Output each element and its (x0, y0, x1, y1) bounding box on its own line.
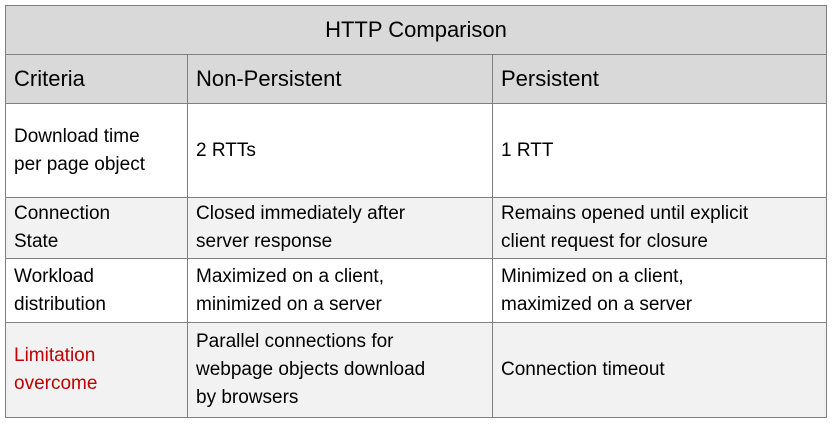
table-row: Workload distribution Maximized on a cli… (5, 258, 827, 323)
table-row: Connection State Closed immediately afte… (5, 197, 827, 259)
header-criteria: Criteria (5, 54, 188, 104)
non-persistent-cell: 2 RTTs (187, 103, 493, 198)
table-row: Limitation overcome Parallel connections… (5, 322, 827, 418)
non-persistent-cell: Closed immediately after server response (187, 197, 493, 259)
cell-text: Connection timeout (501, 359, 665, 380)
table-title-row: HTTP Comparison (5, 5, 827, 55)
cell-text: Remains opened until explicit client req… (501, 203, 749, 252)
table-header-row: Criteria Non-Persistent Persistent (5, 54, 827, 104)
row-criteria-cell-highlighted: Limitation overcome (5, 322, 188, 418)
cell-text: Maximized on a client, minimized on a se… (196, 265, 384, 315)
non-persistent-cell: Maximized on a client, minimized on a se… (187, 258, 493, 323)
persistent-cell: Remains opened until explicit client req… (492, 197, 827, 259)
cell-text: Parallel connections for webpage objects… (196, 331, 426, 408)
cell-text: Limitation overcome (14, 345, 98, 394)
cell-text: 2 RTTs (196, 139, 256, 161)
table-row: Download time per page object 2 RTTs 1 R… (5, 103, 827, 198)
row-criteria-cell: Workload distribution (5, 258, 188, 323)
cell-text: 1 RTT (501, 139, 554, 161)
persistent-cell: 1 RTT (492, 103, 827, 198)
http-comparison-table: HTTP Comparison Criteria Non-Persistent … (5, 5, 827, 418)
cell-text: Download time per page object (14, 125, 145, 175)
persistent-cell: Minimized on a client, maximized on a se… (492, 258, 827, 323)
header-persistent: Persistent (492, 54, 827, 104)
non-persistent-cell: Parallel connections for webpage objects… (187, 322, 493, 418)
table-title: HTTP Comparison (5, 5, 827, 55)
row-criteria-cell: Download time per page object (5, 103, 188, 198)
cell-text: Connection State (14, 203, 111, 252)
cell-text: Minimized on a client, maximized on a se… (501, 265, 693, 315)
cell-text: Workload distribution (14, 265, 106, 315)
persistent-cell-bold: Connection timeout (492, 322, 827, 418)
cell-text: Closed immediately after server response (196, 203, 406, 252)
header-non-persistent: Non-Persistent (187, 54, 493, 104)
row-criteria-cell: Connection State (5, 197, 188, 259)
